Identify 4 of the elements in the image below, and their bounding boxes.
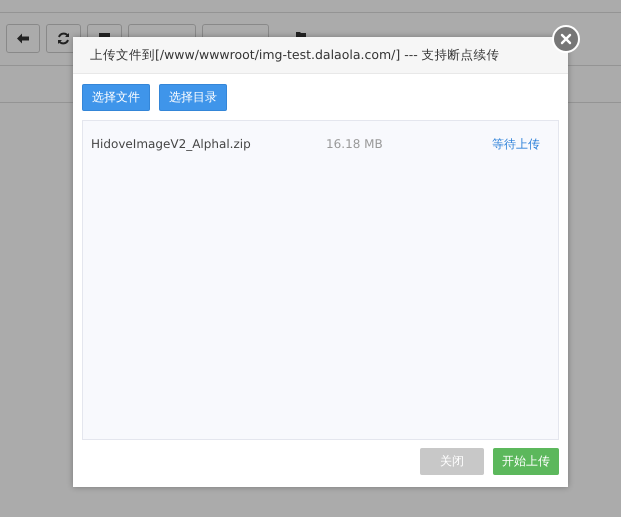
upload-status: 等待上传 <box>492 136 540 152</box>
file-name: HidoveImageV2_Alphal.zip <box>91 137 252 151</box>
file-size: 16.18 MB <box>326 137 384 151</box>
dialog-title: 上传文件到[/www/wwwroot/img-test.dalaola.com/] --- 支持断点续传 <box>73 37 568 74</box>
